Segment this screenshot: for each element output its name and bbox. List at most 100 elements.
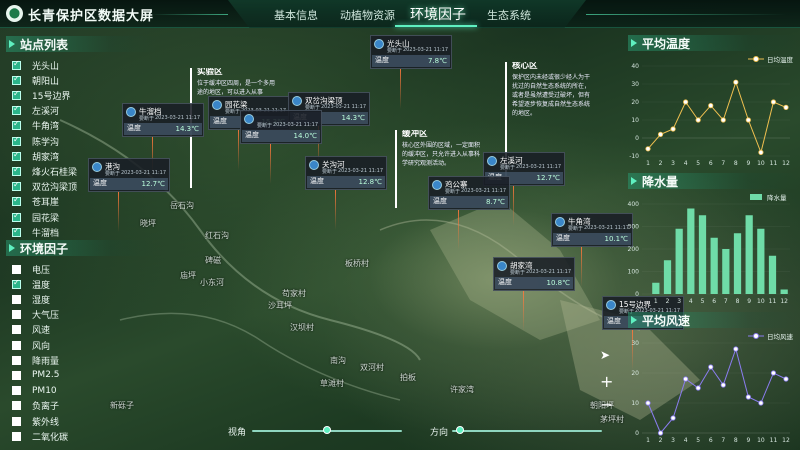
checkbox-unchecked-icon[interactable] (12, 325, 21, 335)
factor-item[interactable]: 温度 (12, 277, 50, 291)
checkbox-unchecked-icon[interactable] (12, 355, 21, 365)
factor-item[interactable]: 降雨量 (12, 353, 59, 367)
point-12[interactable] (783, 104, 789, 111)
station-item[interactable]: 牛溜档 (12, 225, 59, 239)
checkbox-checked-icon[interactable] (12, 211, 21, 222)
point-2[interactable] (657, 430, 664, 436)
direction-slider[interactable] (452, 430, 602, 432)
point-11[interactable] (770, 370, 777, 376)
bar-12[interactable] (780, 289, 788, 295)
station-card[interactable]: 胡家湾 要断于 2023-03-21 11:17 温度 10.8℃ (493, 257, 575, 291)
bar-5[interactable] (698, 215, 707, 294)
point-5[interactable] (695, 117, 701, 123)
factor-item[interactable]: 风速 (12, 323, 50, 337)
tab-ecosystem[interactable]: 生态系统 (487, 7, 531, 23)
checkbox-checked-icon[interactable] (12, 165, 21, 176)
station-item[interactable]: 朝阳山 (12, 73, 59, 87)
checkbox-unchecked-icon[interactable] (12, 340, 21, 350)
station-item[interactable]: 胡家湾 (12, 149, 59, 163)
bar-8[interactable] (733, 233, 742, 294)
checkbox-unchecked-icon[interactable] (12, 310, 21, 320)
point-11[interactable] (770, 99, 777, 105)
point-7[interactable] (720, 117, 726, 123)
bar-7[interactable] (722, 249, 730, 294)
point-4[interactable] (683, 376, 689, 382)
station-item[interactable]: 牛角湾 (12, 119, 59, 133)
checkbox-checked-icon[interactable] (12, 150, 21, 161)
point-4[interactable] (683, 99, 689, 105)
factor-item[interactable]: 风向 (12, 338, 50, 352)
station-item[interactable]: 烽火石桂梁 (12, 164, 77, 178)
point-5[interactable] (695, 385, 701, 391)
zoom-out-icon[interactable]: − (600, 395, 613, 414)
checkbox-checked-icon[interactable] (12, 59, 21, 70)
checkbox-unchecked-icon[interactable] (12, 401, 21, 411)
checkbox-unchecked-icon[interactable] (12, 370, 21, 380)
factor-item[interactable]: 负离子 (12, 399, 59, 413)
bar-9[interactable] (745, 215, 753, 294)
compass-icon[interactable]: ➤ (600, 348, 610, 362)
checkbox-checked-icon[interactable] (12, 104, 21, 116)
station-item[interactable]: 光头山 (12, 58, 59, 72)
checkbox-checked-icon[interactable] (12, 119, 21, 131)
bar-3[interactable] (675, 228, 683, 294)
station-item[interactable]: 双岔沟梁顶 (12, 180, 77, 194)
station-item[interactable]: 陈学沟 (12, 134, 59, 148)
factor-item[interactable]: 电压 (12, 262, 50, 276)
point-9[interactable] (745, 394, 751, 400)
point-7[interactable] (720, 382, 726, 388)
bar-4[interactable] (687, 208, 695, 295)
zoom-in-icon[interactable]: + (600, 372, 613, 391)
point-12[interactable] (783, 376, 789, 382)
station-card[interactable]: 牛溜档 要断于 2023-03-21 11:17 温度 14.3℃ (122, 103, 204, 137)
station-item[interactable]: 15号边界 (12, 88, 70, 102)
factor-item[interactable]: PM2.5 (12, 368, 60, 382)
direction-handle[interactable] (455, 426, 464, 434)
checkbox-checked-icon[interactable] (12, 89, 21, 100)
point-1[interactable] (645, 146, 651, 152)
point-9[interactable] (745, 117, 751, 123)
point-6[interactable] (708, 102, 714, 109)
station-card[interactable]: 光头山 要断于 2023-03-21 11:17 温度 7.8℃ (370, 35, 452, 69)
station-card[interactable]: 关沟河 要断于 2023-03-21 11:17 温度 12.8℃ (305, 156, 387, 190)
checkbox-checked-icon[interactable] (12, 180, 21, 192)
station-card[interactable]: 鸡公寨 要断于 2023-03-21 11:17 温度 8.7℃ (428, 176, 510, 210)
view-angle-handle[interactable] (323, 426, 331, 434)
point-3[interactable] (670, 126, 676, 132)
point-8[interactable] (733, 346, 739, 352)
factor-item[interactable]: 大气压 (12, 308, 59, 322)
checkbox-unchecked-icon[interactable] (12, 294, 21, 304)
bar-2[interactable] (663, 260, 672, 294)
checkbox-checked-icon[interactable] (12, 74, 21, 85)
bar-10[interactable] (757, 228, 765, 294)
point-1[interactable] (645, 400, 651, 406)
point-8[interactable] (733, 79, 739, 85)
point-10[interactable] (758, 400, 764, 406)
point-10[interactable] (758, 149, 764, 156)
bar-6[interactable] (710, 237, 718, 294)
bar-11[interactable] (768, 255, 777, 294)
factor-item[interactable]: PM10 (12, 384, 57, 398)
station-item[interactable]: 苍耳崖 (12, 195, 59, 209)
checkbox-checked-icon[interactable] (12, 195, 21, 207)
bar-1[interactable] (652, 282, 660, 294)
station-card[interactable]: 要断于 2023-03-21 11:17 温度 14.0℃ (240, 110, 322, 144)
station-item[interactable]: 园花梁 (12, 210, 59, 224)
point-2[interactable] (657, 131, 664, 138)
checkbox-unchecked-icon[interactable] (12, 431, 21, 441)
station-item[interactable]: 左溪河 (12, 104, 59, 118)
checkbox-unchecked-icon[interactable] (12, 416, 21, 426)
checkbox-unchecked-icon[interactable] (12, 386, 21, 396)
point-3[interactable] (670, 415, 676, 421)
checkbox-checked-icon[interactable] (12, 278, 21, 289)
tab-environment[interactable]: 环境因子 (410, 4, 466, 24)
factor-item[interactable]: 二氧化碳 (12, 429, 68, 443)
factor-item[interactable]: 紫外线 (12, 414, 59, 428)
tab-flora-fauna[interactable]: 动植物资源 (340, 7, 395, 23)
factor-item[interactable]: 湿度 (12, 292, 50, 306)
checkbox-unchecked-icon[interactable] (12, 264, 21, 274)
checkbox-checked-icon[interactable] (12, 226, 21, 237)
point-6[interactable] (708, 364, 714, 370)
checkbox-checked-icon[interactable] (12, 135, 21, 146)
tab-basic-info[interactable]: 基本信息 (274, 7, 318, 23)
